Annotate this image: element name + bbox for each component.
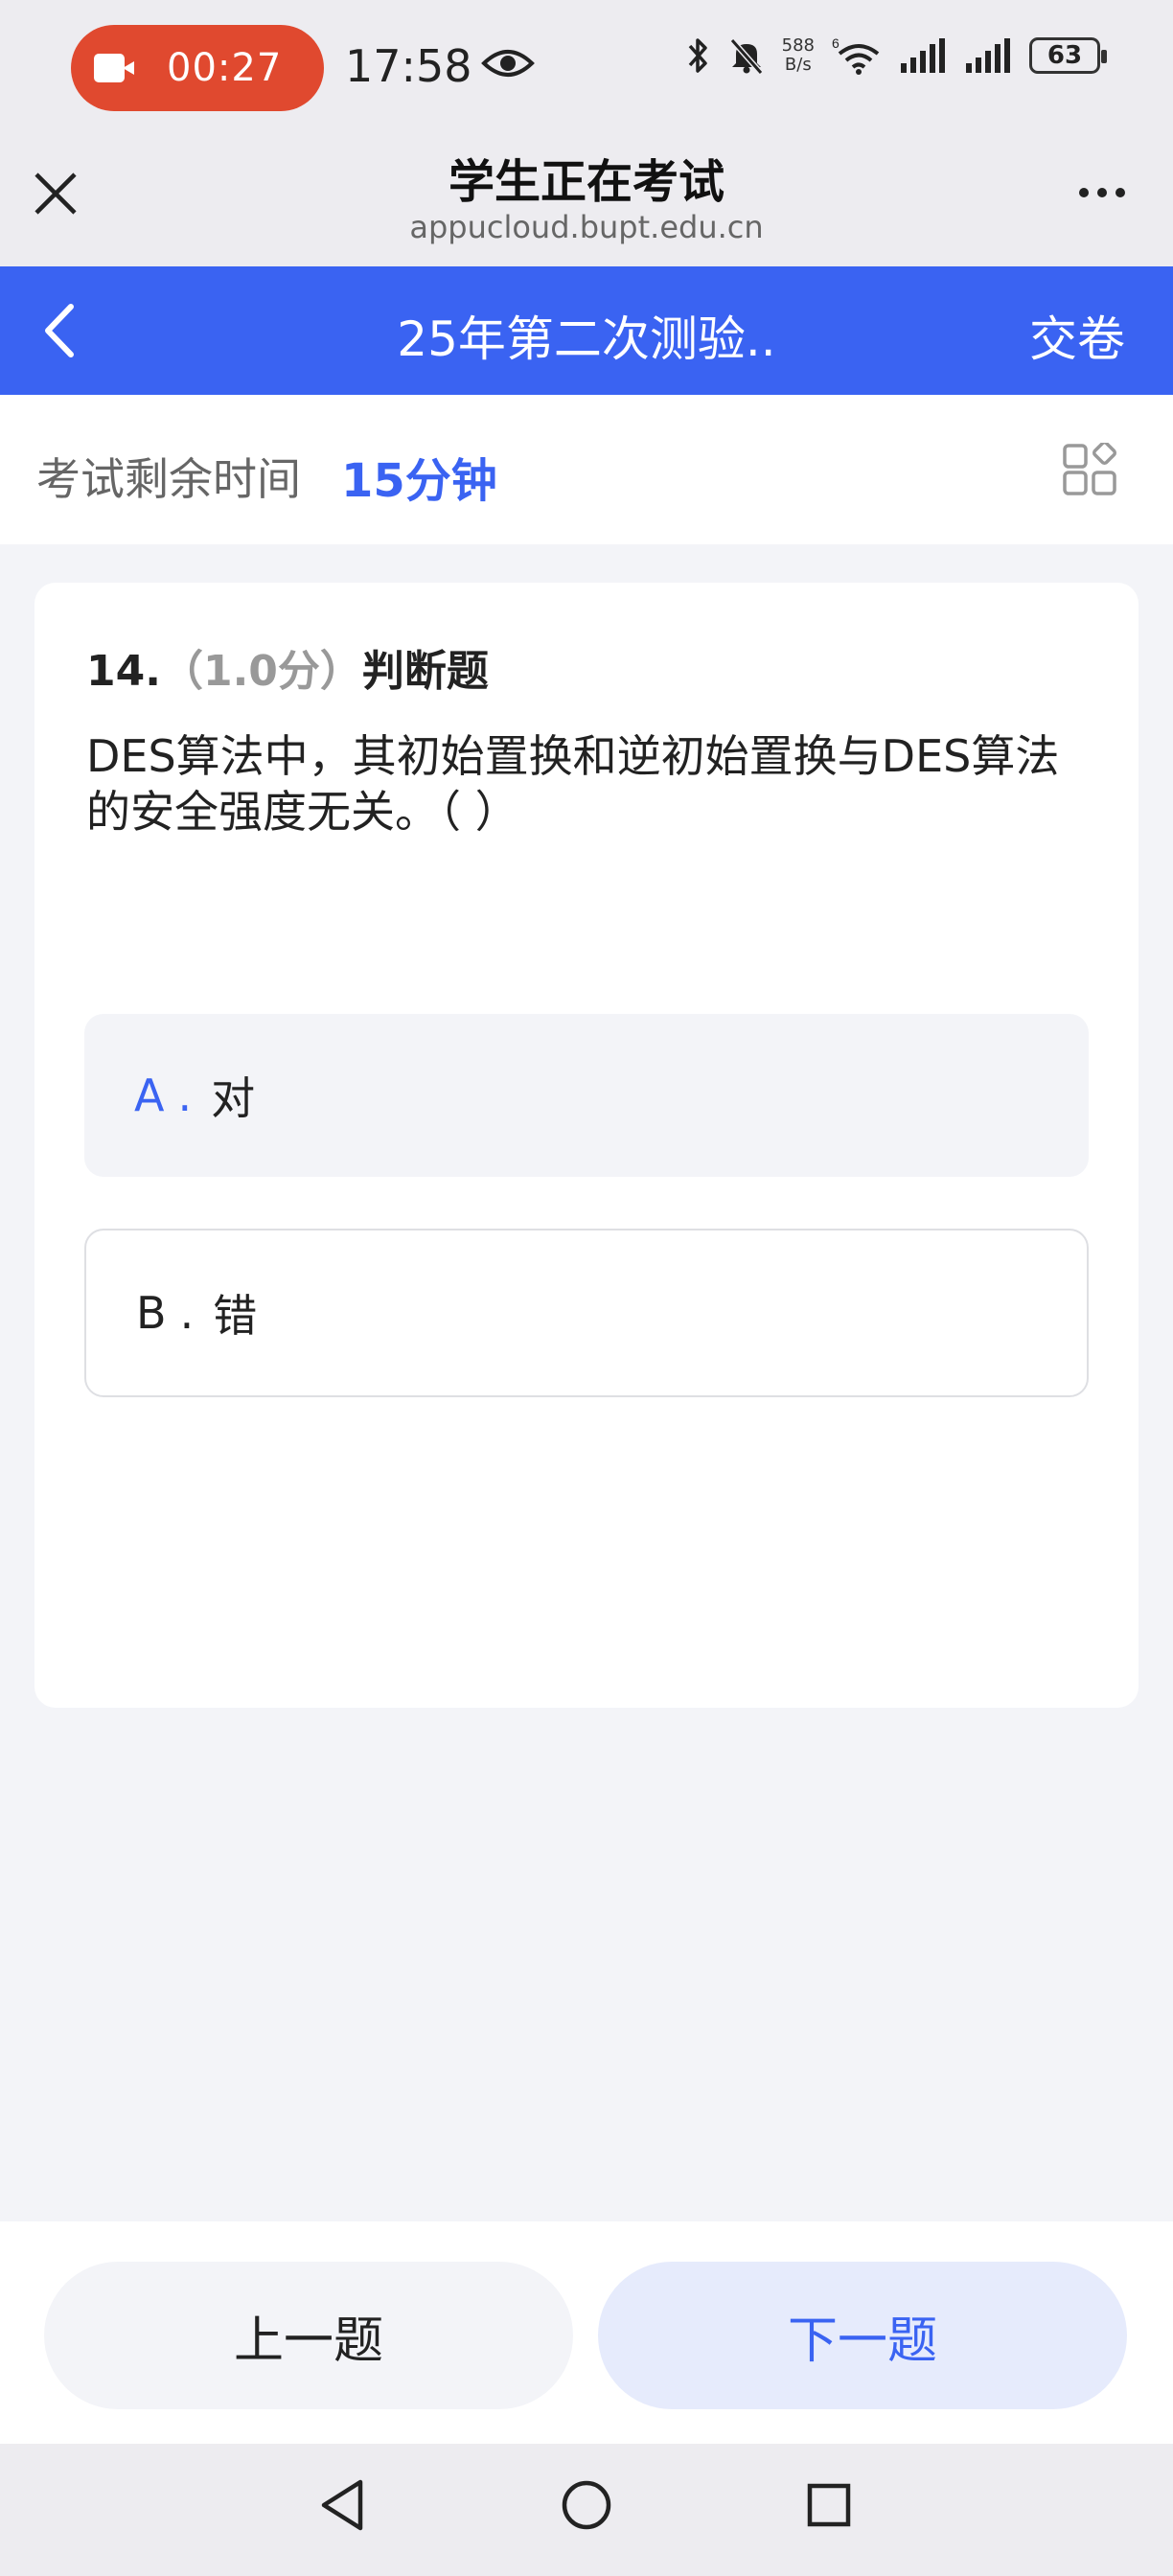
battery-icon: 63	[1029, 37, 1107, 74]
network-speed-unit: B/s	[784, 55, 812, 75]
option-a[interactable]: A . 对	[84, 1014, 1089, 1177]
signal-icon	[966, 38, 1010, 73]
video-camera-icon	[94, 54, 138, 82]
option-letter: A	[134, 1070, 165, 1121]
remaining-time-value: 15分钟	[341, 454, 497, 508]
system-icons: 588 B/s 6 63	[686, 36, 1107, 75]
signal-icon	[901, 38, 945, 73]
exam-title: 25年第二次测验..	[397, 311, 776, 367]
question-header: 14.（1.0分）判断题	[86, 636, 489, 698]
home-circle-icon[interactable]	[560, 2476, 613, 2534]
system-navigation-bar	[0, 2444, 1173, 2576]
recent-apps-icon[interactable]	[805, 2476, 853, 2534]
exam-screen: 00:27 17:58 588 B/s 6 63 学生正在考试 appuclou…	[0, 0, 1173, 2576]
status-clock: 17:58	[345, 40, 472, 92]
question-navigation: 上一题 下一题	[0, 2221, 1173, 2444]
option-text: 错	[213, 1290, 258, 1342]
network-speed-value: 588	[781, 35, 815, 56]
recording-time: 00:27	[167, 46, 283, 90]
question-score: （1.0分）	[160, 647, 362, 696]
option-separator: .	[179, 1287, 195, 1339]
option-letter: B	[136, 1287, 167, 1339]
eye-icon	[481, 50, 535, 77]
exam-nav-bar: 25年第二次测验.. 交卷	[0, 266, 1173, 395]
submit-exam-button[interactable]: 交卷	[1029, 301, 1125, 370]
screen-recording-indicator[interactable]: 00:27	[71, 25, 324, 111]
option-b[interactable]: B . 错	[84, 1229, 1089, 1397]
option-text: 对	[211, 1072, 256, 1124]
question-card: 14.（1.0分）判断题 DES算法中，其初始置换和逆初始置换与DES算法的安全…	[34, 583, 1138, 1708]
remaining-time-label: 考试剩余时间	[36, 453, 301, 505]
browser-header: 学生正在考试 appucloud.bupt.edu.cn	[0, 134, 1173, 266]
status-bar: 00:27 17:58 588 B/s 6 63	[0, 0, 1173, 134]
bluetooth-icon	[688, 38, 707, 73]
timer-row: 考试剩余时间 15分钟	[0, 395, 1173, 544]
previous-question-button[interactable]: 上一题	[44, 2262, 573, 2409]
option-separator: .	[177, 1070, 193, 1121]
back-triangle-icon[interactable]	[316, 2476, 366, 2534]
question-number: 14.	[86, 647, 161, 696]
svg-text:6: 6	[832, 36, 840, 51]
network-speed: 588 B/s	[782, 36, 815, 75]
wifi-icon: 6	[832, 36, 880, 75]
next-question-button[interactable]: 下一题	[598, 2262, 1127, 2409]
page-url: appucloud.bupt.edu.cn	[409, 209, 764, 245]
page-title: 学生正在考试	[448, 155, 724, 209]
question-type: 判断题	[361, 647, 489, 696]
question-text: DES算法中，其初始置换和逆初始置换与DES算法的安全强度无关。（ ）	[86, 730, 1060, 838]
answer-sheet-icon[interactable]	[1062, 443, 1117, 498]
more-options-icon[interactable]	[1079, 188, 1125, 197]
mute-icon	[729, 38, 763, 75]
